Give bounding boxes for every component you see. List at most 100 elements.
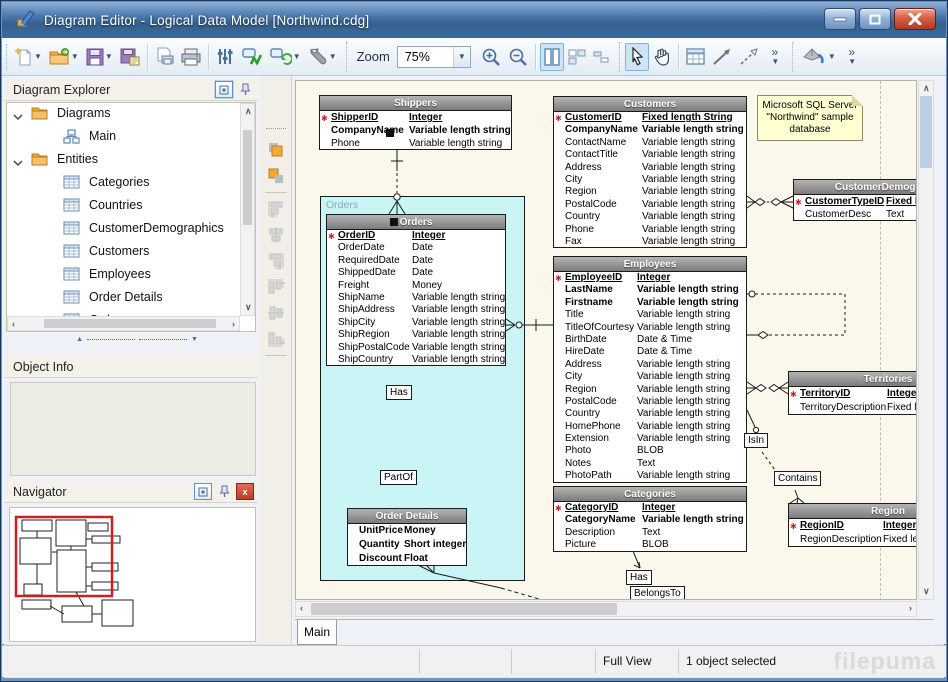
object-info-header: Object Info xyxy=(4,356,258,378)
layout-panels-2-button[interactable] xyxy=(565,43,589,71)
tree-item-employees[interactable]: Employees xyxy=(7,264,255,287)
properties-sliders-button[interactable] xyxy=(213,43,237,71)
save-button[interactable]: ▼ xyxy=(83,43,116,71)
send-to-back-button[interactable] xyxy=(264,164,288,188)
minimize-button[interactable] xyxy=(824,8,856,30)
splitter-up-icon[interactable]: ▲ xyxy=(76,336,83,343)
tab-main[interactable]: Main xyxy=(297,620,337,645)
scroll-up-icon[interactable]: ∧ xyxy=(923,84,930,93)
tree-item-main[interactable]: Main xyxy=(7,126,255,149)
splitter-down-icon[interactable]: ▼ xyxy=(191,336,198,343)
scroll-left-icon[interactable]: ‹ xyxy=(300,604,303,613)
save-all-icon xyxy=(120,48,140,66)
panel-splitter[interactable]: ▲▼ xyxy=(62,335,212,344)
zoom-select[interactable]: 75% ▼ xyxy=(397,46,471,68)
align-top-button[interactable] xyxy=(264,275,288,299)
bring-to-front-button[interactable] xyxy=(264,138,288,162)
table-icon xyxy=(63,267,80,281)
autohide-window-icon[interactable] xyxy=(194,483,212,500)
tree-item-countries[interactable]: Countries xyxy=(7,195,255,218)
format-fill-icon xyxy=(801,47,827,67)
scroll-down-icon[interactable]: ∨ xyxy=(923,587,930,596)
toolbar-overflow-button[interactable]: »▼ xyxy=(763,43,787,71)
new-document-icon xyxy=(14,47,33,67)
tree-item-diagrams[interactable]: Diagrams xyxy=(7,103,255,126)
tree-item-label: Employees xyxy=(89,267,151,281)
autohide-window-icon[interactable] xyxy=(215,81,233,98)
chevron-down-icon[interactable] xyxy=(13,159,23,167)
canvas-horizontal-scrollbar[interactable]: ‹ › xyxy=(295,601,917,617)
relationship-label-has[interactable]: Has xyxy=(386,385,412,400)
print-button[interactable] xyxy=(178,43,204,71)
tree-item-categories[interactable]: Categories xyxy=(7,172,255,195)
tree-item-customers[interactable]: Customers xyxy=(7,241,255,264)
refresh-diagram-icon xyxy=(270,47,292,66)
relationship-label-has[interactable]: Has xyxy=(626,570,652,585)
scroll-down-icon[interactable]: ∨ xyxy=(245,303,252,312)
layout-panels-3-button[interactable] xyxy=(590,43,614,71)
print-preview-button[interactable] xyxy=(152,43,177,71)
new-document-button[interactable]: ▼ xyxy=(11,43,45,71)
window-title: Diagram Editor - Logical Data Model [Nor… xyxy=(44,13,369,28)
zoom-value: 75% xyxy=(398,50,453,64)
wrench-tool-button[interactable]: ▼ xyxy=(305,43,340,71)
selection-handle[interactable] xyxy=(386,129,394,137)
save-all-button[interactable] xyxy=(117,43,143,71)
relation-arrow-button[interactable] xyxy=(709,43,735,71)
dependency-arrow-button[interactable] xyxy=(736,43,762,71)
navigator-thumbnail[interactable] xyxy=(9,507,256,642)
relationship-label-partof[interactable]: PartOf xyxy=(380,470,417,485)
relationship-label-belongsto[interactable]: BelongsTo xyxy=(630,586,685,600)
canvas-vertical-scrollbar[interactable]: ∧ ∨ xyxy=(918,80,934,600)
scroll-right-icon[interactable]: › xyxy=(232,320,235,329)
align-right-icon xyxy=(267,252,285,270)
diagram-explorer-tree: DiagramsMainEntitiesCategoriesCountries C… xyxy=(6,102,256,332)
scroll-up-icon[interactable]: ∧ xyxy=(245,107,252,116)
open-folder-button[interactable]: ▼ xyxy=(46,43,82,71)
scroll-right-icon[interactable]: › xyxy=(909,604,912,613)
tree-item-order-details[interactable]: Order Details xyxy=(7,287,255,310)
validate-diagram-button[interactable] xyxy=(238,43,266,71)
pin-icon[interactable] xyxy=(236,81,254,98)
scroll-left-icon[interactable]: ‹ xyxy=(12,320,15,329)
pin-icon[interactable] xyxy=(215,483,233,500)
tree-item-entities[interactable]: Entities xyxy=(7,149,255,172)
align-right-button[interactable] xyxy=(264,249,288,273)
close-panel-icon[interactable]: x xyxy=(236,483,254,500)
relationship-label-isin[interactable]: IsIn xyxy=(744,433,768,448)
pan-hand-button[interactable] xyxy=(650,43,674,71)
selection-handle[interactable] xyxy=(390,218,398,226)
layout-panels-1-button[interactable] xyxy=(540,43,564,71)
diagram-tab-bar: Main xyxy=(295,619,934,645)
navigator-minimap xyxy=(10,508,255,641)
format-fill-button[interactable]: ▼ xyxy=(798,43,839,71)
chevron-down-icon[interactable] xyxy=(13,113,23,121)
zoom-out-icon xyxy=(508,47,528,67)
align-left-button[interactable] xyxy=(264,197,288,221)
refresh-diagram-button[interactable]: ▼ xyxy=(267,43,304,71)
main-toolbar: ▼ ▼ ▼ ▼ ▼ Zoom 75% ▼ »▼ ▼ »▼ xyxy=(2,38,946,76)
maximize-button[interactable] xyxy=(859,8,891,30)
align-bottom-button[interactable] xyxy=(264,327,288,351)
zoom-out-button[interactable] xyxy=(505,43,531,71)
tree-item-customerdemographics[interactable]: CustomerDemographics xyxy=(7,218,255,241)
status-bar: filepuma Full View 1 object selected xyxy=(2,645,946,677)
zoom-dropdown-arrow[interactable]: ▼ xyxy=(453,47,470,67)
zoom-in-button[interactable] xyxy=(478,43,504,71)
diagram-canvas[interactable]: Orders Microsoft SQL Server "Northwind" … xyxy=(295,80,917,600)
close-button[interactable] xyxy=(894,8,936,30)
tree-item-label: CustomerDemographics xyxy=(89,221,224,235)
grid-table-button[interactable] xyxy=(683,43,708,71)
grid-table-icon xyxy=(686,48,705,65)
tree-horizontal-scrollbar[interactable]: ‹ › xyxy=(7,316,240,331)
tree-vertical-scrollbar[interactable]: ∧ ∨ xyxy=(240,103,255,316)
select-cursor-button[interactable] xyxy=(625,43,649,71)
dropdown-caret: ▼ xyxy=(105,52,113,61)
align-middle-button[interactable] xyxy=(264,301,288,325)
relationship-label-contains[interactable]: Contains xyxy=(774,471,821,486)
toolbar-grip[interactable] xyxy=(266,128,286,129)
pan-hand-icon xyxy=(653,47,671,66)
align-center-button[interactable] xyxy=(264,223,288,247)
align-bottom-icon xyxy=(267,330,285,348)
toolbar-overflow-2-button[interactable]: »▼ xyxy=(840,43,864,71)
